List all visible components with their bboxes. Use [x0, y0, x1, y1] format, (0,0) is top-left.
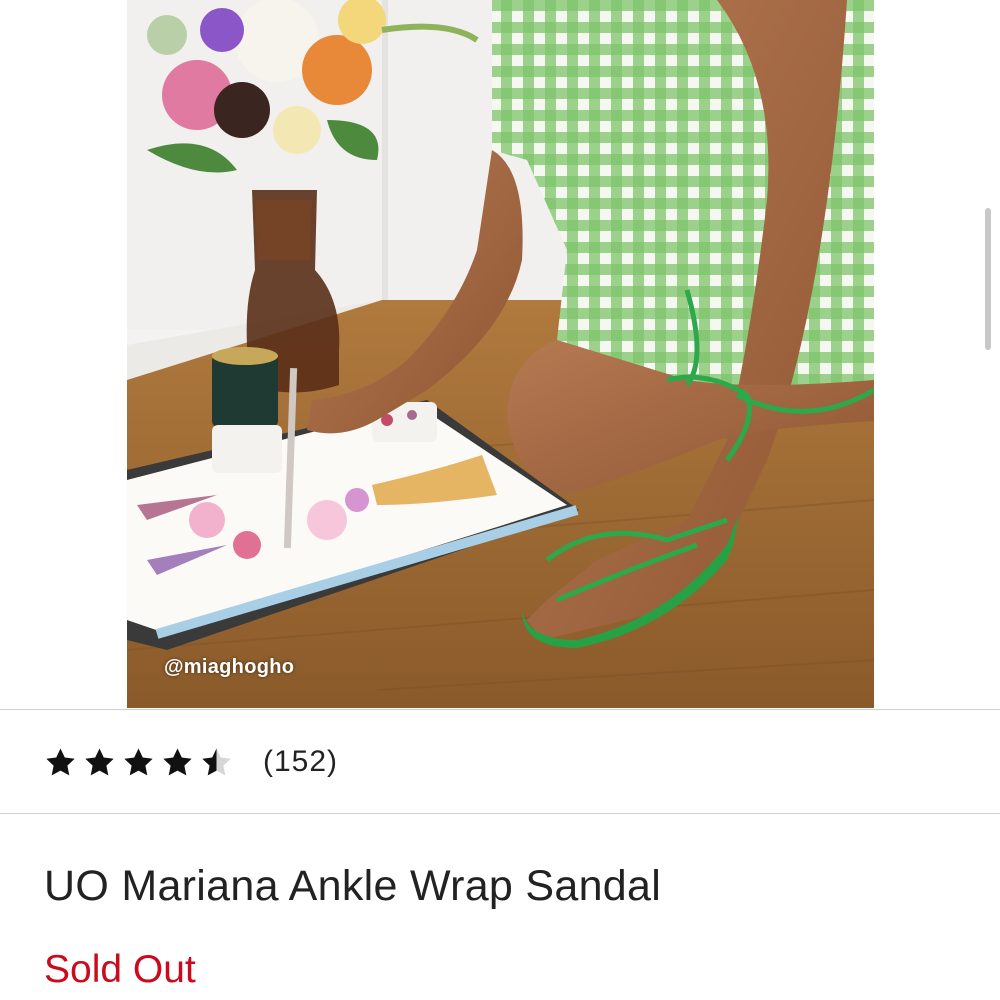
rating-summary[interactable]: (152): [44, 738, 338, 786]
product-title: UO Mariana Ankle Wrap Sandal: [44, 862, 662, 910]
star-icon: [124, 747, 153, 775]
star-half-icon: [202, 747, 231, 775]
review-count: (152): [263, 745, 339, 778]
star-icon: [85, 747, 114, 775]
star-icon: [46, 747, 75, 775]
photo-credit-handle: @miaghogho: [164, 656, 295, 678]
scrollbar-thumb[interactable]: [985, 208, 991, 350]
divider-bottom: [0, 813, 1000, 814]
product-page: @miaghogho (152) UO Mariana Ankle Wrap S…: [0, 0, 1000, 1000]
rating-stars: [44, 746, 233, 779]
product-image[interactable]: @miaghogho: [127, 0, 874, 708]
star-icon: [163, 747, 192, 775]
stock-status: Sold Out: [44, 948, 196, 991]
product-photo-illustration: [127, 0, 874, 708]
divider-top: [0, 709, 1000, 710]
